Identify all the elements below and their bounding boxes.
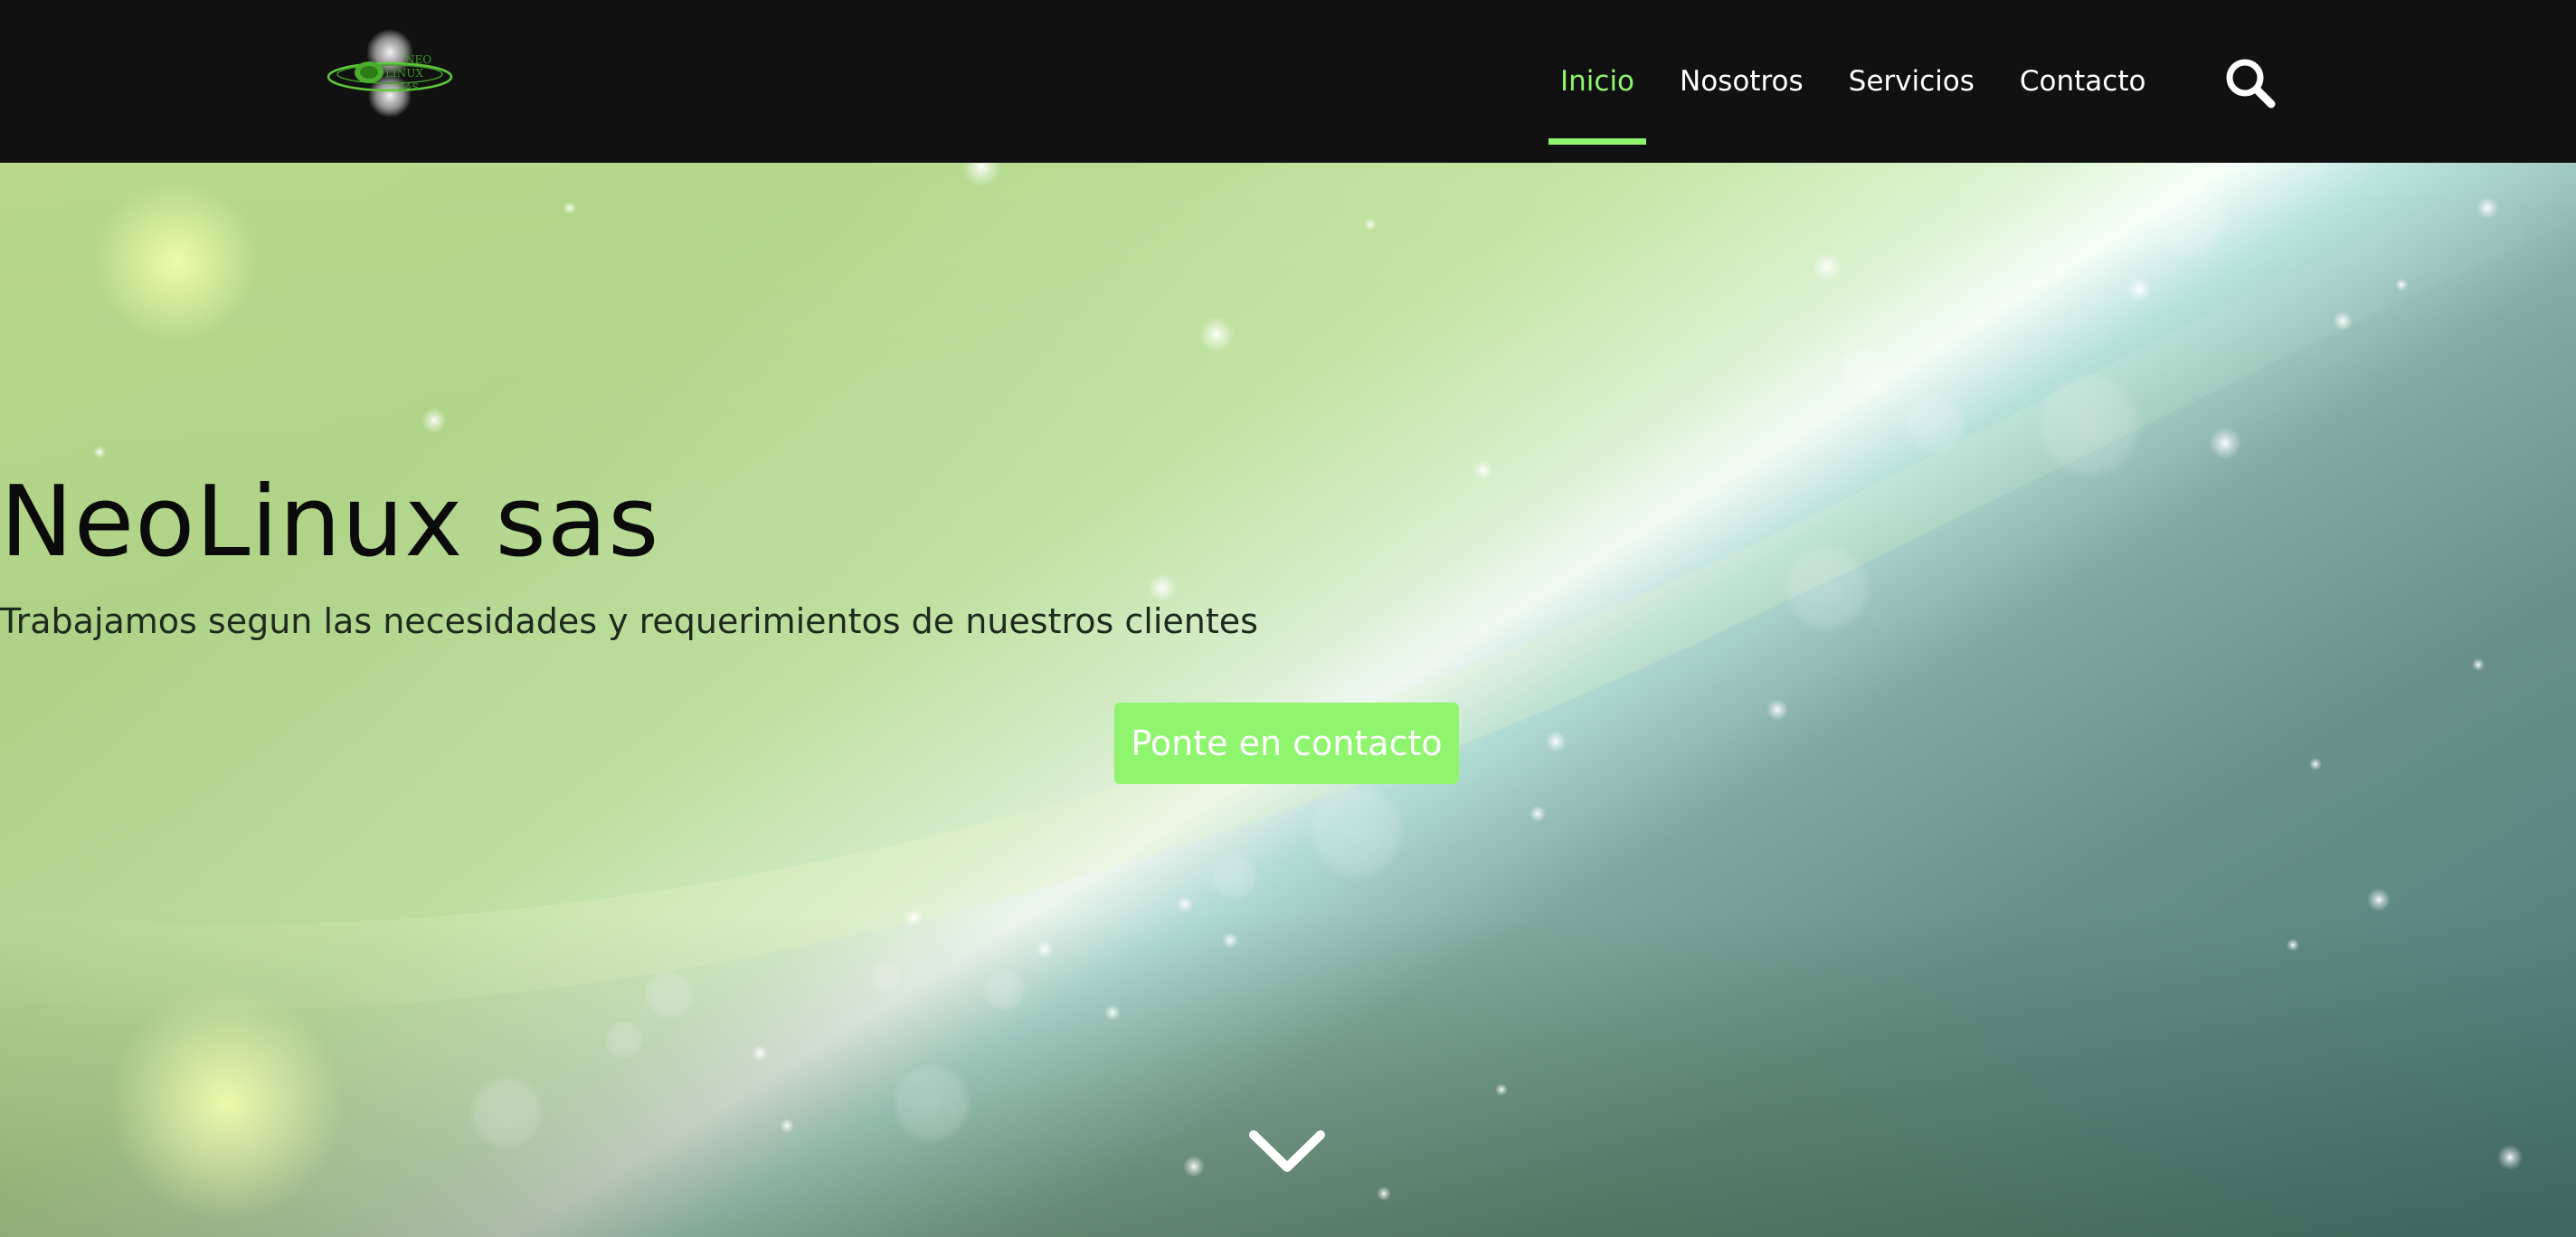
hero-subtitle: Trabajamos segun las necesidades y reque… [0, 601, 1258, 641]
search-icon [2226, 59, 2276, 109]
hero-title: NeoLinux sas [0, 466, 660, 579]
nav-item-servicios[interactable]: Servicios [1826, 18, 1997, 145]
logo-text-linux: LINUX [385, 67, 423, 80]
nav-item-nosotros[interactable]: Nosotros [1657, 18, 1826, 145]
page: NEO LINUX SAS Inicio Nosotros Servicios … [0, 0, 2576, 1237]
nav-item-label: Nosotros [1680, 65, 1804, 98]
nav-item-label: Contacto [2019, 65, 2146, 98]
contact-cta-button[interactable]: Ponte en contacto [1114, 703, 1459, 784]
nav-item-contacto[interactable]: Contacto [1997, 18, 2169, 145]
nav-item-label: Servicios [1848, 65, 1975, 98]
logo-text-neo: NEO [405, 53, 431, 66]
site-logo[interactable]: NEO LINUX SAS [322, 27, 458, 118]
nav-item-label: Inicio [1560, 65, 1635, 98]
scroll-down-button[interactable] [1246, 1126, 1328, 1180]
logo-text-sas: SAS [398, 81, 419, 93]
hero-background [0, 163, 2576, 1237]
nav-item-inicio[interactable]: Inicio [1538, 18, 1657, 145]
neolinux-logo-icon: NEO LINUX SAS [327, 29, 453, 118]
search-button[interactable] [2223, 56, 2278, 110]
hero-section: NeoLinux sas Trabajamos segun las necesi… [0, 163, 2576, 1237]
chevron-down-icon [1249, 1130, 1325, 1172]
site-header: NEO LINUX SAS Inicio Nosotros Servicios … [0, 0, 2576, 163]
main-nav: Inicio Nosotros Servicios Contacto [1538, 0, 2168, 163]
